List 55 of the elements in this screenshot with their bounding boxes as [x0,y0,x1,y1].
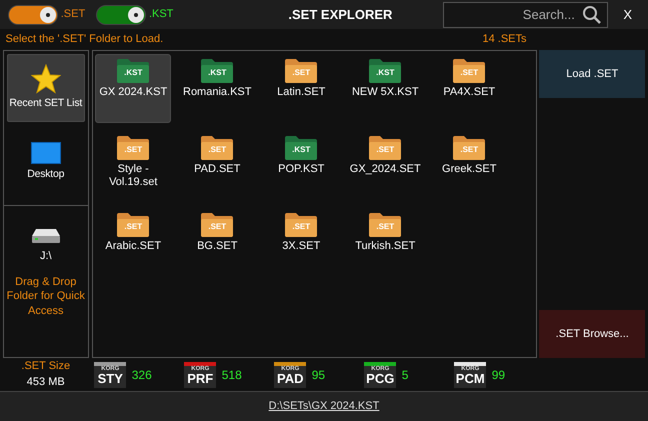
folder-icon [369,58,402,83]
folder-icon [117,58,150,83]
file-item[interactable]: .KST POP.KST [263,130,340,200]
toggle-switch[interactable] [8,4,58,24]
file-item[interactable]: .SET PAD.SET [179,130,256,200]
file-item[interactable]: .KST GX 2024.KST [95,54,172,123]
file-item[interactable]: .SET Arabic.SET [95,208,172,277]
sidebar-item[interactable]: Desktop [6,127,85,198]
file-item[interactable]: .SET Greek.SET [431,130,508,200]
file-item[interactable]: .SET Style - Vol.19.set [95,130,172,200]
folder-icon [117,212,150,237]
stat-count: 518 [222,366,242,384]
toggle-switch[interactable] [96,4,146,24]
instruction-text: Select the '.SET' Folder to Load. [6,32,164,47]
drive-label[interactable]: J:\ [40,248,52,264]
folder-icon [117,136,150,160]
stat-count: 95 [312,366,326,384]
size-label: .SET Size [21,359,70,374]
folder-icon [453,58,486,83]
path-link[interactable]: D:\SETs\GX 2024.KST [268,398,380,415]
file-item[interactable]: .SET Turkish.SET [347,208,424,277]
toggle-label: .SET [60,7,86,22]
sidebar-item[interactable]: Recent SET List [6,54,85,122]
folder-icon [201,212,234,237]
load-button[interactable]: Load .SET [539,50,646,98]
folder-icon [201,58,234,83]
file-item[interactable]: .SET PA4X.SET [431,54,508,123]
file-item[interactable]: .SET GX_2024.SET [347,130,424,200]
monitor-icon [30,142,61,164]
folder-icon [285,136,318,160]
file-item[interactable]: .KST Romania.KST [179,54,256,123]
drive-icon [30,226,61,245]
window-title: .SET EXPLORER [288,6,392,22]
stat-count: 326 [132,366,152,384]
size-value: 453 MB [26,374,65,390]
file-item[interactable]: .KST NEW 5X.KST [347,54,424,123]
file-item[interactable]: .SET BG.SET [179,208,256,277]
folder-icon [201,136,234,160]
file-item[interactable]: .SET 3X.SET [263,208,340,277]
folder-icon [285,58,318,83]
toggle-label: .KST [148,7,174,22]
stat-count: 5 [402,366,408,384]
close-button[interactable]: X [613,4,642,24]
browse-button[interactable]: .SET Browse... [539,310,646,358]
stat-count: 99 [492,366,506,384]
folder-icon [453,136,486,160]
folder-icon [285,212,318,237]
star-icon [30,64,61,94]
drop-hint: Drag & Drop Folder for Quick Access [6,275,85,318]
search-field[interactable]: Search... [442,2,608,28]
folder-icon [369,212,402,237]
file-item[interactable]: .SET Latin.SET [263,54,340,123]
set-count: 14 .SETs [482,32,526,47]
search-icon [582,4,602,24]
folder-icon [369,136,402,160]
